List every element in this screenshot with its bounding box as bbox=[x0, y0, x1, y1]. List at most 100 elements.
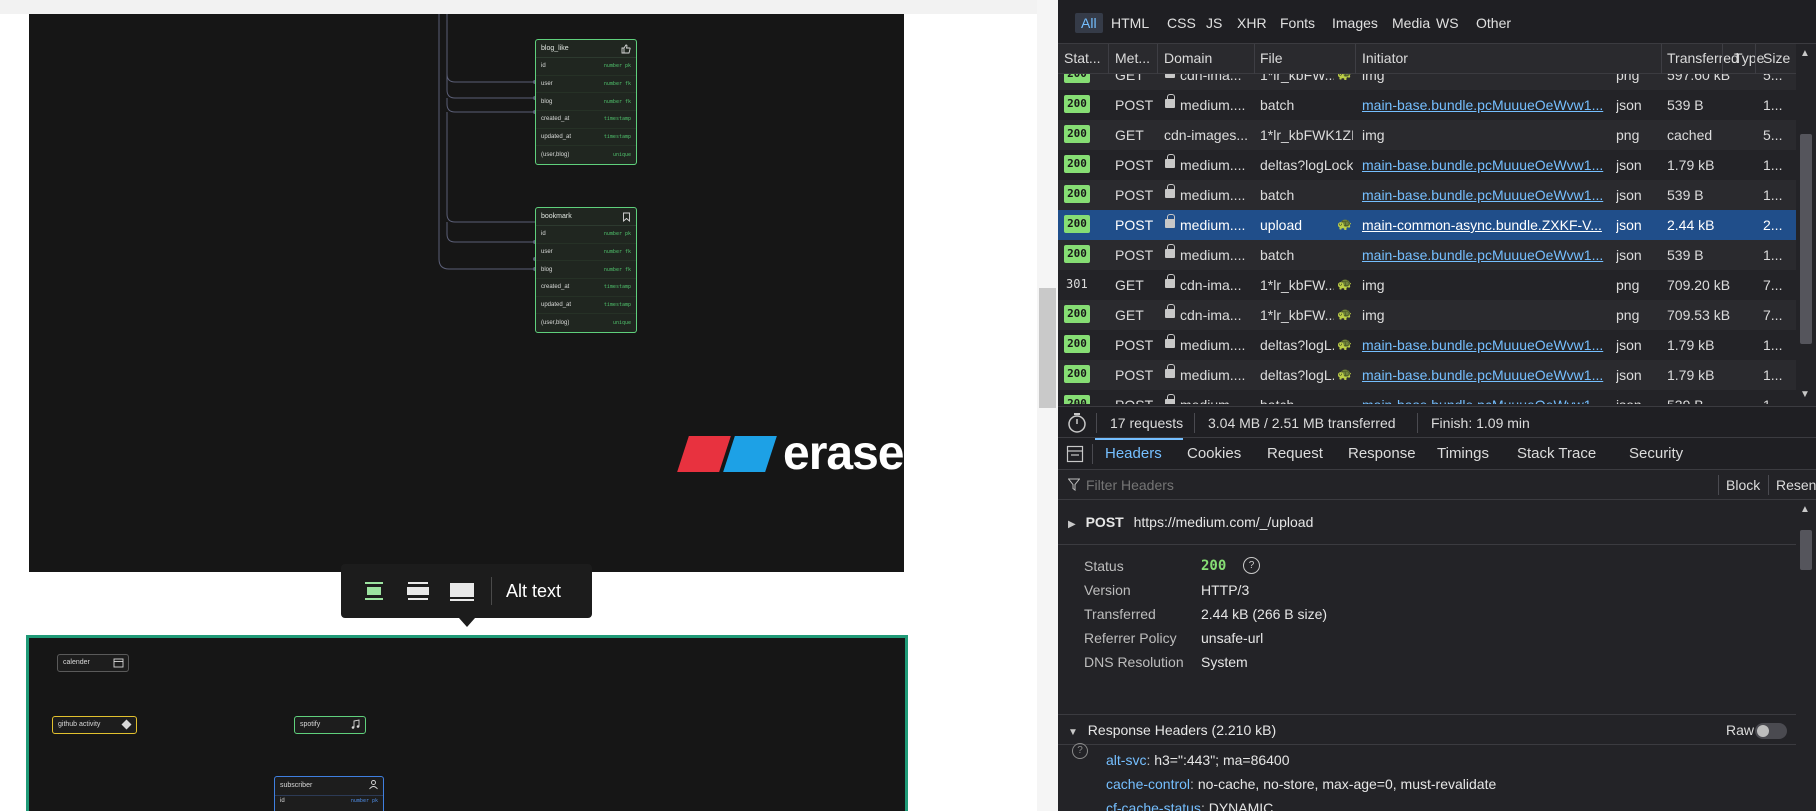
request-initiator[interactable]: main-base.bundle.pcMuuueOeWvw1... bbox=[1362, 97, 1612, 113]
entity-field-row[interactable]: created_at timestamp bbox=[536, 111, 636, 129]
column-divider[interactable] bbox=[1157, 44, 1158, 74]
request-row[interactable]: 200 POST medium.... upload 🐢 main-common-asyn… bbox=[1058, 210, 1796, 240]
node-calender[interactable]: calender bbox=[57, 654, 129, 672]
request-list[interactable]: 200GETcdn-ima...1*lr_kbFW...🐢imgpng597.6… bbox=[1058, 74, 1796, 404]
status-help-icon[interactable]: ? bbox=[1243, 557, 1260, 574]
filter-tab-fonts[interactable]: Fonts bbox=[1280, 15, 1315, 31]
filter-tab-ws[interactable]: WS bbox=[1436, 15, 1459, 31]
layout-wide-icon[interactable] bbox=[401, 574, 435, 608]
alt-text-button[interactable]: Alt text bbox=[506, 581, 561, 602]
layout-inline-icon[interactable] bbox=[357, 574, 391, 608]
headers-scrollbar[interactable]: ▲ bbox=[1796, 500, 1816, 811]
page-scrollbar-thumb[interactable] bbox=[1039, 288, 1056, 408]
headers-scroll-thumb[interactable] bbox=[1800, 530, 1812, 570]
filter-headers-input[interactable] bbox=[1084, 474, 1684, 496]
details-tab-response[interactable]: Response bbox=[1348, 445, 1416, 462]
request-row[interactable]: 200 POST medium.... deltas?logL...🐢 main-bas… bbox=[1058, 360, 1796, 390]
entity-field-row[interactable]: blog number fk bbox=[536, 261, 636, 280]
scroll-down-icon[interactable]: ▼ bbox=[1800, 389, 1810, 400]
request-row[interactable]: 200 POST medium.... batch main-base.bundle.p… bbox=[1058, 90, 1796, 120]
entity-field-row[interactable]: updated_at timestamp bbox=[536, 297, 636, 315]
column-divider[interactable] bbox=[1722, 44, 1723, 74]
request-initiator[interactable]: main-base.bundle.pcMuuueOeWvw1... bbox=[1362, 397, 1612, 404]
filter-tab-css[interactable]: CSS bbox=[1167, 15, 1196, 31]
page-scrollbar[interactable] bbox=[1037, 0, 1058, 811]
request-initiator[interactable]: main-base.bundle.pcMuuueOeWvw1... bbox=[1362, 337, 1612, 353]
request-initiator[interactable]: main-common-async.bundle.ZXKF-V... bbox=[1362, 217, 1612, 233]
resend-button[interactable]: Resend bbox=[1776, 477, 1816, 493]
request-initiator[interactable]: main-base.bundle.pcMuuueOeWvw1... bbox=[1362, 187, 1612, 203]
details-tab-headers[interactable]: Headers bbox=[1105, 445, 1162, 462]
filter-tab-other[interactable]: Other bbox=[1476, 15, 1511, 31]
column-divider[interactable] bbox=[1355, 44, 1356, 74]
column-header-2[interactable]: Domain bbox=[1164, 50, 1212, 66]
entity-field-row[interactable]: user number fk bbox=[536, 244, 636, 262]
entity-table-blog-like[interactable]: blog_like id number pk user number fk blog nu… bbox=[535, 39, 637, 166]
entity-field-row[interactable]: user number fk bbox=[536, 76, 636, 94]
column-divider[interactable] bbox=[1661, 44, 1662, 74]
response-headers-section[interactable]: ▼ Response Headers (2.210 kB) bbox=[1068, 722, 1276, 738]
column-divider[interactable] bbox=[1108, 44, 1109, 74]
request-row[interactable]: 200 GET cdn-ima... 1*lr_kbFW...🐢 img png 597.6… bbox=[1058, 74, 1796, 90]
request-row[interactable]: 200 POST medium.... deltas?logL...🐢 main-bas… bbox=[1058, 330, 1796, 360]
request-row[interactable]: 200 GET cdn-images... 1*lr_kbFWK1ZIC img png c… bbox=[1058, 120, 1796, 150]
scroll-up-icon[interactable]: ▲ bbox=[1800, 48, 1810, 59]
expand-arrow-icon[interactable]: ▶ bbox=[1068, 519, 1076, 530]
column-header-4[interactable]: Initiator bbox=[1362, 50, 1408, 66]
node-github-activity[interactable]: github activity bbox=[52, 716, 137, 734]
scroll-up-icon[interactable]: ▲ bbox=[1800, 504, 1810, 515]
details-tab-stack-trace[interactable]: Stack Trace bbox=[1517, 445, 1596, 462]
request-initiator[interactable]: main-base.bundle.pcMuuueOeWvw1... bbox=[1362, 367, 1612, 383]
entity-table-bookmark[interactable]: bookmark id number pk user number fk blog num… bbox=[535, 207, 637, 334]
request-row[interactable]: 200 POST medium.... batch main-base.bundle.p… bbox=[1058, 390, 1796, 404]
collapse-arrow-icon[interactable]: ▼ bbox=[1068, 727, 1078, 738]
raw-toggle[interactable] bbox=[1755, 723, 1787, 739]
filter-tab-html[interactable]: HTML bbox=[1111, 15, 1149, 31]
entity-field-row[interactable]: updated_at timestamp bbox=[536, 129, 636, 147]
column-header-3[interactable]: File bbox=[1260, 50, 1283, 66]
entity-field-row[interactable]: created_at timestamp bbox=[536, 279, 636, 297]
response-header-row[interactable]: cf-cache-status: DYNAMIC bbox=[1106, 800, 1273, 811]
timer-icon[interactable] bbox=[1066, 412, 1088, 434]
diagram-image-2[interactable]: calender github activity spotify subscri… bbox=[26, 635, 908, 811]
response-header-row[interactable]: cache-control: no-cache, no-store, max-a… bbox=[1106, 776, 1496, 792]
entity-field-row[interactable]: (user,blog) unique bbox=[536, 314, 636, 332]
layout-full-icon[interactable] bbox=[445, 574, 479, 608]
column-header-7[interactable]: Size bbox=[1763, 50, 1790, 66]
request-initiator[interactable]: main-base.bundle.pcMuuueOeWvw1... bbox=[1362, 157, 1612, 173]
details-tab-cookies[interactable]: Cookies bbox=[1187, 445, 1241, 462]
filter-tab-js[interactable]: JS bbox=[1206, 15, 1222, 31]
entity-field-row[interactable]: id number pk bbox=[536, 58, 636, 76]
request-line[interactable]: ▶ POST https://medium.com/_/upload bbox=[1068, 514, 1313, 530]
column-header-6[interactable]: Transferred bbox=[1667, 50, 1739, 66]
help-icon[interactable]: ? bbox=[1072, 743, 1088, 759]
request-row[interactable]: 301 GET cdn-ima... 1*lr_kbFW... 🐢 img png 709.2… bbox=[1058, 270, 1796, 300]
request-initiator[interactable]: main-base.bundle.pcMuuueOeWvw1... bbox=[1362, 247, 1612, 263]
node-spotify[interactable]: spotify bbox=[294, 716, 366, 734]
column-divider[interactable] bbox=[1254, 44, 1255, 74]
close-panel-icon[interactable] bbox=[1066, 445, 1084, 463]
entity-field-row[interactable]: (user,blog) unique bbox=[536, 146, 636, 164]
details-tab-security[interactable]: Security bbox=[1629, 445, 1683, 462]
request-row[interactable]: 200 GET cdn-ima... 1*lr_kbFW... 🐢 img png 709.5… bbox=[1058, 300, 1796, 330]
request-row[interactable]: 200 POST medium.... batch main-base.bundle.p… bbox=[1058, 240, 1796, 270]
node-subscriber[interactable]: subscriber id number pk bbox=[274, 776, 384, 811]
block-button[interactable]: Block bbox=[1726, 477, 1760, 493]
column-divider[interactable] bbox=[1755, 44, 1756, 74]
diagram-image-1[interactable]: blog_like id number pk user number fk blog nu… bbox=[29, 14, 904, 572]
response-header-row[interactable]: alt-svc: h3=":443"; ma=86400 bbox=[1106, 752, 1290, 768]
details-tab-timings[interactable]: Timings bbox=[1437, 445, 1489, 462]
request-list-scrollbar[interactable]: ▲ ▼ bbox=[1796, 44, 1816, 404]
entity-field-row[interactable]: id number pk bbox=[536, 226, 636, 244]
details-tab-request[interactable]: Request bbox=[1267, 445, 1323, 462]
filter-tab-xhr[interactable]: XHR bbox=[1237, 15, 1267, 31]
column-header-0[interactable]: Stat... bbox=[1064, 50, 1101, 66]
filter-tab-all[interactable]: All bbox=[1075, 13, 1103, 33]
entity-field-row[interactable]: blog number fk bbox=[536, 93, 636, 112]
request-row[interactable]: 200 POST medium.... batch main-base.bundle.p… bbox=[1058, 180, 1796, 210]
request-row[interactable]: 200 POST medium.... deltas?logLockle main-ba… bbox=[1058, 150, 1796, 180]
request-list-scroll-thumb[interactable] bbox=[1800, 134, 1812, 344]
filter-tab-images[interactable]: Images bbox=[1332, 15, 1378, 31]
column-header-1[interactable]: Met... bbox=[1115, 50, 1150, 66]
filter-tab-media[interactable]: Media bbox=[1392, 15, 1430, 31]
